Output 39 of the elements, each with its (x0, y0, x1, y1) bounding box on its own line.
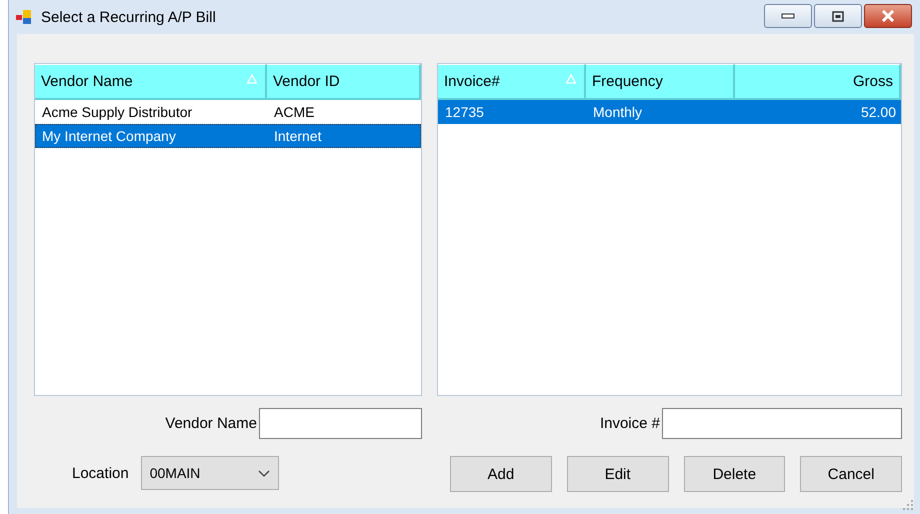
column-header[interactable]: Invoice# (438, 64, 586, 100)
column-header[interactable]: Vendor ID (267, 64, 421, 100)
table-cell-text: Internet (273, 127, 322, 146)
column-header[interactable]: Gross (735, 64, 901, 100)
table-row[interactable]: Acme Supply Distributor ACME (35, 100, 421, 124)
chevron-down-icon (258, 470, 270, 476)
table-row[interactable]: My Internet Company Internet (35, 124, 421, 148)
dialog-button[interactable]: Delete (684, 456, 786, 492)
table-cell-text: ACME (273, 103, 316, 122)
dialog-button[interactable]: Cancel (800, 456, 902, 492)
table-cell-text: 52.00 (860, 103, 897, 122)
minimize-button[interactable] (764, 4, 812, 28)
resize-grip-icon[interactable] (903, 497, 913, 507)
invoice-field[interactable] (662, 408, 902, 439)
column-header[interactable]: Frequency (586, 64, 735, 100)
field-label: Location (72, 464, 129, 482)
window-title: Select a Recurring A/P Bill (41, 8, 216, 26)
invoice-table[interactable]: Invoice# Frequency Gross 12735 Monthly 52.00 (437, 63, 902, 396)
sort-arrow-icon (566, 74, 576, 84)
table-cell-text: 12735 (444, 103, 485, 122)
close-icon (881, 10, 895, 22)
column-header[interactable]: Vendor Name (35, 64, 267, 100)
app-icon (15, 9, 33, 25)
field-label: Invoice # (600, 415, 660, 432)
maximize-button[interactable] (814, 4, 862, 28)
table-cell-text: Acme Supply Distributor (41, 103, 194, 122)
maximize-icon (832, 10, 844, 22)
dialog-button[interactable]: Add (450, 456, 552, 492)
vendor-name-field[interactable] (259, 408, 422, 439)
table-cell-text: My Internet Company (41, 127, 177, 146)
field-label: Vendor Name (165, 415, 257, 432)
sort-arrow-icon (247, 74, 257, 84)
vendor-table[interactable]: Vendor Name Vendor ID Acme Supply Distributor ACME My Internet Company Internet (34, 63, 422, 396)
close-button[interactable] (864, 4, 912, 28)
table-cell-text: Monthly (592, 103, 644, 122)
table-row[interactable]: 12735 Monthly 52.00 (438, 100, 901, 124)
location-dropdown[interactable]: 00MAIN (140, 456, 279, 490)
dialog-button[interactable]: Edit (566, 456, 668, 492)
minimize-icon (781, 13, 795, 19)
